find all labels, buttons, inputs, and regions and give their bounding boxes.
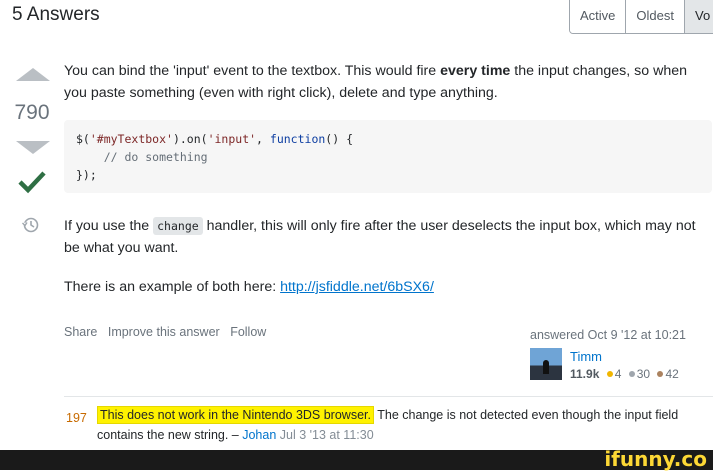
comment-score: 197 [66, 411, 87, 425]
inline-code: change [153, 217, 203, 235]
reputation-score: 11.9k [570, 367, 600, 381]
bronze-badge-icon [657, 371, 664, 378]
code-token: ).on( [172, 132, 208, 146]
answer-paragraph-2: If you use the change handler, this will… [64, 215, 704, 259]
code-token: $( [76, 132, 90, 146]
code-token: () { [325, 132, 353, 146]
comments-divider [64, 396, 713, 397]
code-line-3: }); [76, 168, 97, 182]
comment-author-link[interactable]: Johan [242, 428, 276, 442]
avatar[interactable] [530, 348, 562, 380]
silver-badge-count: 30 [636, 367, 651, 381]
paragraph-text: There is an example of both here: [64, 279, 281, 295]
bronze-badge-count: 42 [665, 367, 679, 381]
follow-link[interactable]: Follow [230, 325, 266, 339]
code-line-1: $('#myTextbox').on('input', function() { [76, 132, 353, 146]
gold-badge-icon [606, 371, 613, 378]
username-link[interactable]: Timm [570, 349, 602, 364]
paragraph-text: If you use the [64, 218, 154, 234]
sort-tabs: Active Oldest Vo [569, 0, 713, 34]
ifunny-watermark-logo: ifunny.co [604, 447, 707, 471]
upvote-arrow-icon[interactable] [16, 68, 50, 81]
history-icon[interactable] [22, 216, 40, 234]
sort-tab-oldest[interactable]: Oldest [626, 0, 685, 33]
downvote-arrow-icon[interactable] [16, 141, 50, 154]
post-menu: Share Improve this answer Follow [64, 325, 273, 339]
comment-date: Jul 3 '13 at 11:30 [276, 428, 374, 442]
vote-count: 790 [14, 101, 50, 124]
paragraph-text: You can bind the 'input' event to the te… [64, 63, 441, 79]
silver-badge-icon [628, 371, 635, 378]
bold-text: every time [440, 63, 511, 79]
sort-tab-active[interactable]: Active [570, 0, 627, 33]
answered-timestamp: answered Oct 9 '12 at 10:21 [530, 328, 686, 342]
share-link[interactable]: Share [64, 325, 97, 339]
code-token: , [256, 132, 270, 146]
code-string: '#myTextbox' [89, 132, 173, 146]
improve-answer-link[interactable]: Improve this answer [108, 325, 220, 339]
accepted-checkmark-icon [18, 171, 46, 194]
code-string: 'input' [207, 132, 257, 146]
jsfiddle-link[interactable]: http://jsfiddle.net/6bSX6/ [280, 279, 434, 295]
sort-tab-votes[interactable]: Vo [684, 0, 713, 33]
answer-paragraph-3: There is an example of both here: http:/… [64, 276, 704, 298]
code-keyword: function [269, 132, 326, 146]
answer-paragraph-1: You can bind the 'input' event to the te… [64, 60, 704, 104]
watermark-bar: ifunny.co [0, 447, 713, 471]
code-line-2: // do something [76, 150, 208, 164]
comment: This does not work in the Nintendo 3DS b… [97, 405, 709, 445]
answers-count-heading: 5 Answers [12, 4, 100, 25]
reputation: 11.9k 4 30 42 [570, 367, 679, 381]
highlighted-comment-text: This does not work in the Nintendo 3DS b… [97, 406, 374, 424]
gold-badge-count: 4 [614, 367, 622, 381]
code-block: $('#myTextbox').on('input', function() {… [64, 120, 712, 193]
